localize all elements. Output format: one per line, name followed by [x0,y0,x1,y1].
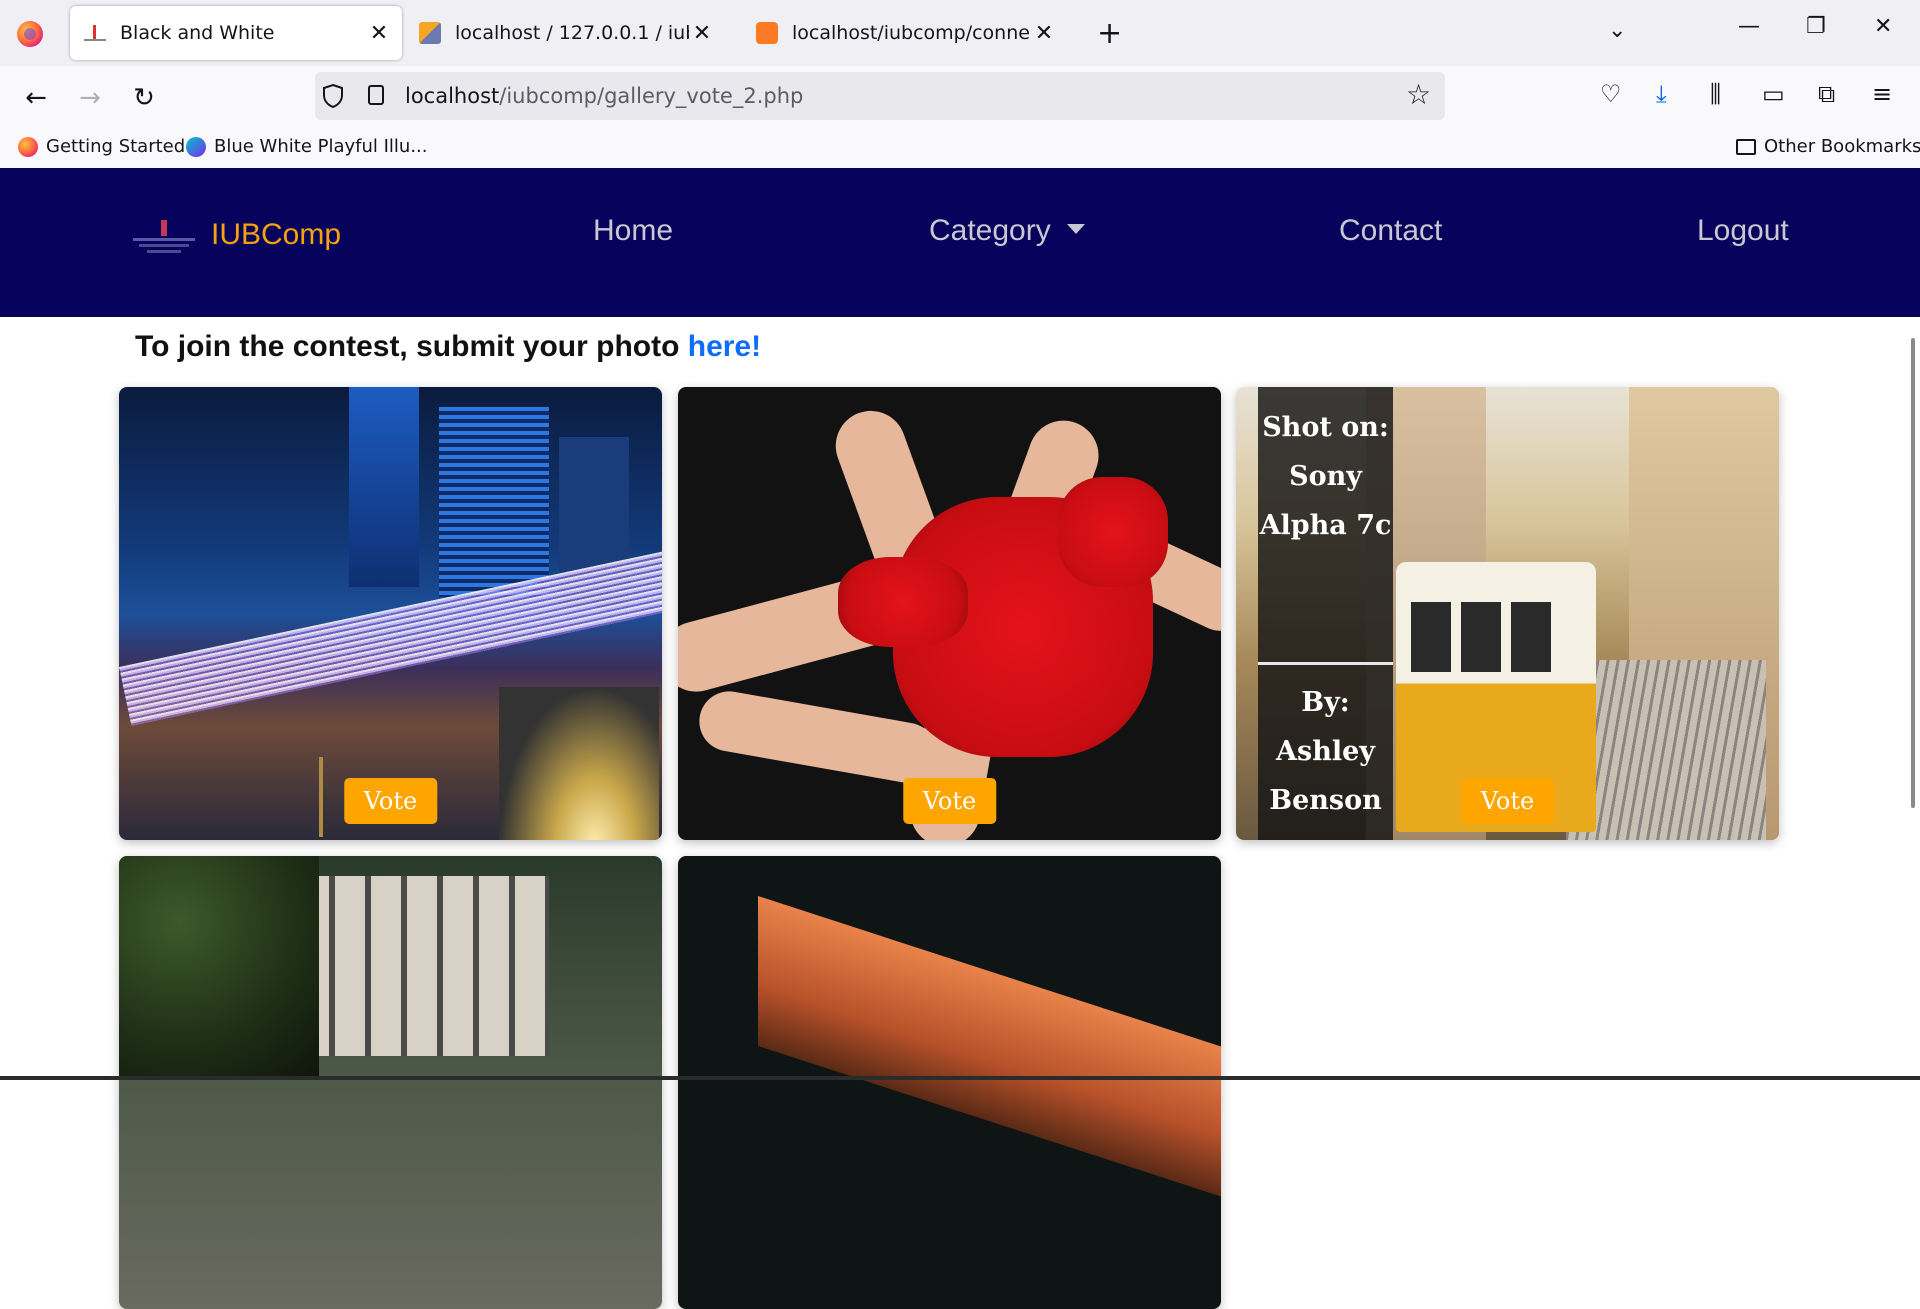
restore-window-icon[interactable]: ❐ [1806,14,1826,39]
tab-phpmyadmin[interactable]: localhost / 127.0.0.1 / iubcomp ✕ [405,6,725,60]
url-path: /iubcomp/gallery_vote_2.php [499,84,804,108]
xampp-favicon-icon [756,22,778,44]
bookmark-getting-started[interactable]: Getting Started [18,136,185,157]
page-info-icon[interactable] [368,85,384,105]
tracking-protection-shield-icon[interactable] [322,83,344,109]
close-tab-icon[interactable]: ✕ [366,21,392,46]
firefox-bookmark-icon [18,136,38,157]
other-bookmarks[interactable]: Other Bookmarks [1736,136,1920,157]
extensions-puzzle-icon[interactable]: ⧉ [1818,80,1835,108]
bookmark-blue-white-playful[interactable]: Blue White Playful Illu... [186,136,428,157]
close-tab-icon[interactable]: ✕ [1031,21,1057,46]
page-scrollbar[interactable] [1911,338,1915,808]
nav-contact[interactable]: Contact [1339,214,1442,248]
window-bottom-border [0,1076,1920,1080]
firefox-logo-icon[interactable] [17,21,43,47]
contest-heading-text: To join the contest, submit your photo [135,330,688,363]
forward-arrow-icon[interactable]: → [72,80,108,116]
new-tab-plus-icon[interactable]: + [1097,16,1122,51]
bookmark-label: Getting Started [46,136,186,157]
nav-category-label: Category [929,214,1051,247]
vote-button[interactable]: Vote [1460,778,1555,824]
nav-category[interactable]: Category [929,214,1085,248]
photo-card: Vote [119,387,662,840]
library-icon[interactable]: ⫼ [1710,80,1721,108]
list-all-tabs-chevron-icon[interactable]: ⌄ [1608,18,1626,43]
vote-button[interactable]: Vote [343,778,438,824]
photo-card: Shot on: Sony Alpha 7c By: Ashley Benson… [1236,387,1779,840]
bookmark-star-icon[interactable]: ☆ [1406,78,1431,111]
tab-black-and-white[interactable]: Black and White ✕ [70,6,402,60]
tab-title: localhost/iubcomp/connection.p [792,22,1031,44]
shot-on-caption: Shot on: Sony Alpha 7c [1259,412,1392,541]
contest-heading: To join the contest, submit your photo h… [135,330,761,364]
bookmark-label: Blue White Playful Illu... [214,136,428,157]
close-window-icon[interactable]: ✕ [1874,14,1892,39]
nav-home[interactable]: Home [593,214,673,248]
phpmyadmin-favicon-icon [419,22,441,44]
canva-bookmark-icon [186,136,206,157]
reload-icon[interactable]: ↻ [126,80,162,116]
photographer-caption: By: Ashley Benson [1269,687,1382,816]
nav-logout[interactable]: Logout [1697,214,1789,248]
photo-card: Vote [678,387,1221,840]
close-tab-icon[interactable]: ✕ [689,21,715,46]
folder-icon [1736,138,1756,155]
photo-card [678,856,1221,1309]
tab-title: localhost / 127.0.0.1 / iubcomp [455,22,689,44]
other-bookmarks-label: Other Bookmarks [1764,136,1920,157]
downloads-icon[interactable]: ⤓ [1656,80,1667,108]
minimize-window-icon[interactable]: — [1738,14,1760,39]
sidebar-icon[interactable]: ▭ [1762,80,1785,108]
menu-hamburger-icon[interactable]: ≡ [1872,80,1892,108]
dropdown-caret-icon [1066,224,1085,234]
url-text[interactable]: localhost/iubcomp/gallery_vote_2.php [405,84,803,108]
tab-title: Black and White [120,22,275,44]
iub-logo-icon[interactable] [133,220,195,260]
brand-name[interactable]: IUBComp [211,218,341,252]
url-host: localhost [405,84,500,108]
submit-photo-link[interactable]: here! [688,330,761,363]
favicon-icon [84,25,106,41]
photo-card [119,856,662,1309]
pocket-icon[interactable]: ♡ [1600,80,1622,108]
tab-connection[interactable]: localhost/iubcomp/connection.p ✕ [742,6,1067,60]
back-arrow-icon[interactable]: ← [18,80,54,116]
vote-button[interactable]: Vote [902,778,997,824]
